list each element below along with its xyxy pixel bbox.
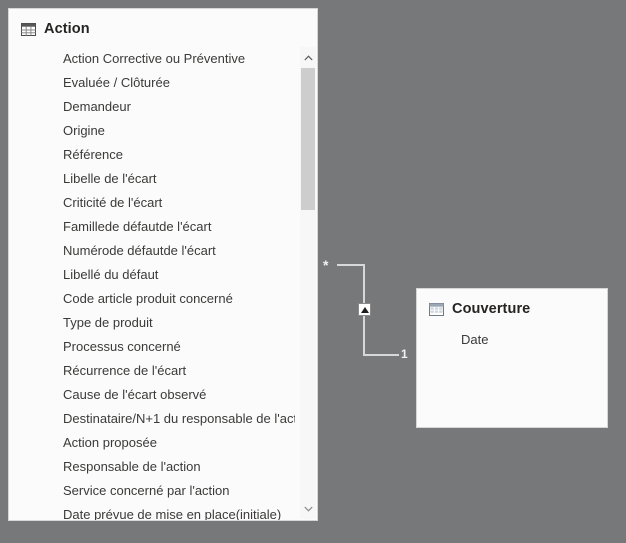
field-item[interactable]: Criticité de l'écart: [9, 191, 295, 215]
field-item[interactable]: Numérode défautde l'écart: [9, 239, 295, 263]
field-item[interactable]: Evaluée / Clôturée: [9, 71, 295, 95]
scrollbar-track[interactable]: [300, 66, 316, 500]
field-item[interactable]: Processus concerné: [9, 335, 295, 359]
field-item[interactable]: Libelle de l'écart: [9, 167, 295, 191]
cardinality-many-label: *: [323, 257, 329, 273]
scroll-up-button[interactable]: [300, 49, 316, 66]
field-list-action: Action Corrective ou Préventive Evaluée /…: [9, 47, 295, 520]
field-item[interactable]: Code article produit concerné: [9, 287, 295, 311]
chevron-down-icon: [303, 506, 313, 512]
table-icon: [21, 23, 36, 36]
field-item[interactable]: Action Corrective ou Préventive: [9, 47, 295, 71]
scrollbar-thumb[interactable]: [301, 68, 315, 210]
table-card-couverture[interactable]: Couverture Date: [416, 288, 608, 428]
field-item[interactable]: Récurrence de l'écart: [9, 359, 295, 383]
table-name-couverture: Couverture: [452, 301, 531, 318]
filter-direction-arrow-icon[interactable]: [358, 303, 371, 316]
field-item[interactable]: Demandeur: [9, 95, 295, 119]
table-header-action[interactable]: Action: [9, 9, 317, 39]
relationship-line[interactable]: [318, 250, 423, 370]
field-item[interactable]: Libellé du défaut: [9, 263, 295, 287]
field-item[interactable]: Service concerné par l'action: [9, 479, 295, 503]
relationship-connector[interactable]: * 1: [318, 250, 423, 370]
field-item[interactable]: Date prévue de mise en place(initiale): [9, 503, 295, 520]
field-item[interactable]: Responsable de l'action: [9, 455, 295, 479]
table-name-action: Action: [44, 21, 90, 38]
field-item[interactable]: Cause de l'écart observé: [9, 383, 295, 407]
field-item[interactable]: Destinataire/N+1 du responsable de l'act: [9, 407, 295, 431]
field-item[interactable]: Origine: [9, 119, 295, 143]
field-item[interactable]: Action proposée: [9, 431, 295, 455]
field-item[interactable]: Famillede défautde l'écart: [9, 215, 295, 239]
field-list-container-action[interactable]: Action Corrective ou Préventive Evaluée /…: [9, 47, 317, 520]
field-item[interactable]: Type de produit: [9, 311, 295, 335]
cardinality-one-label: 1: [401, 347, 408, 361]
table-card-action[interactable]: Action Action Corrective ou Préventive Ev…: [8, 8, 318, 521]
field-item[interactable]: Référence: [9, 143, 295, 167]
scroll-down-button[interactable]: [300, 500, 316, 517]
table-icon: [429, 303, 444, 316]
table-header-couverture[interactable]: Couverture: [417, 289, 607, 319]
field-item[interactable]: Date: [417, 328, 607, 352]
vertical-scrollbar[interactable]: [300, 47, 316, 519]
model-diagram-canvas[interactable]: Action Action Corrective ou Préventive Ev…: [0, 0, 626, 543]
field-list-couverture: Date: [417, 328, 607, 352]
chevron-up-icon: [303, 54, 313, 60]
